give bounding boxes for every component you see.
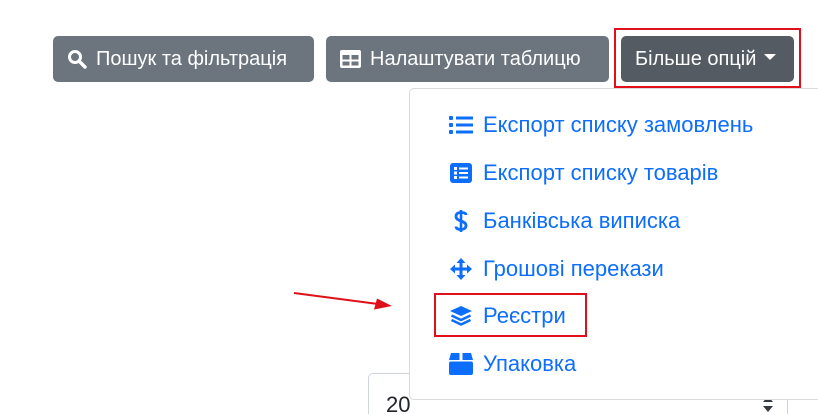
list-icon xyxy=(448,115,474,135)
search-filter-button[interactable]: Пошук та фільтрація xyxy=(53,36,314,82)
menu-item-label: Грошові перекази xyxy=(483,256,664,281)
menu-item-export-products[interactable]: Експорт списку товарів xyxy=(448,153,718,193)
menu-item-bank-statement[interactable]: Банківська виписка xyxy=(448,201,680,241)
arrows-move-icon xyxy=(448,258,474,280)
configure-table-label: Налаштувати таблицю xyxy=(370,47,581,70)
menu-item-export-orders[interactable]: Експорт списку замовлень xyxy=(448,105,753,145)
search-filter-label: Пошук та фільтрація xyxy=(96,47,288,70)
list-alt-icon xyxy=(448,163,474,183)
page-size-value: 20 xyxy=(386,392,411,414)
dollar-icon xyxy=(448,209,474,233)
table-icon xyxy=(340,50,361,68)
more-options-dropdown-menu: Експорт списку замовлень Експорт списку … xyxy=(409,88,818,400)
registries-highlight-box xyxy=(434,293,587,337)
menu-item-packaging[interactable]: Упаковка xyxy=(448,344,576,384)
more-options-highlight-box xyxy=(614,28,801,88)
menu-item-label: Експорт списку замовлень xyxy=(483,112,754,137)
menu-item-label: Упаковка xyxy=(483,351,577,376)
page: Пошук та фільтрація Налаштувати таблицю … xyxy=(0,0,818,414)
search-icon xyxy=(67,49,87,69)
annotation-arrow xyxy=(293,292,392,310)
menu-item-label: Банківська виписка xyxy=(483,208,681,233)
box-icon xyxy=(448,353,474,375)
menu-item-money-transfers[interactable]: Грошові перекази xyxy=(448,249,664,289)
configure-table-button[interactable]: Налаштувати таблицю xyxy=(326,36,609,82)
menu-item-label: Експорт списку товарів xyxy=(483,160,719,185)
